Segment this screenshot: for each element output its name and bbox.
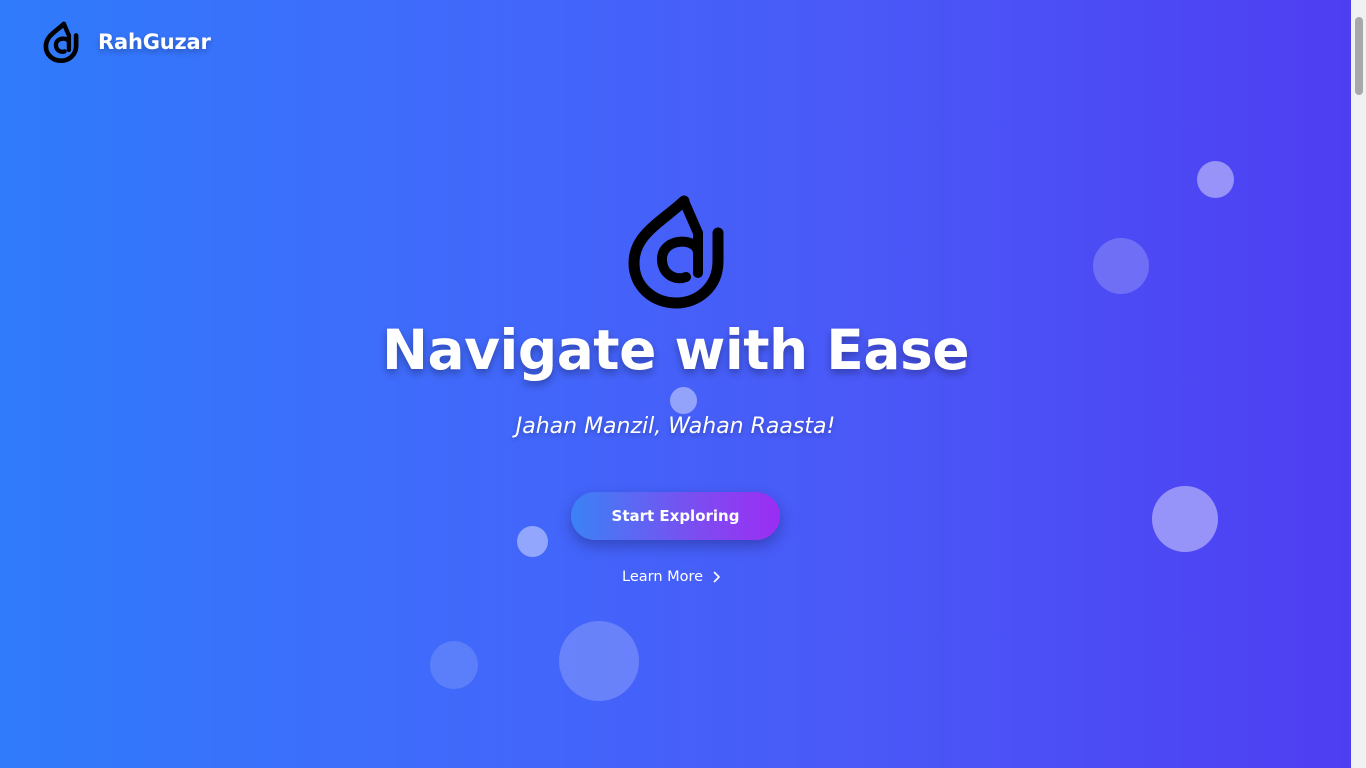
- learn-more-link[interactable]: Learn More: [622, 566, 721, 588]
- hero-tagline: Jahan Manzil, Wahan Raasta!: [515, 414, 836, 439]
- decorative-bubble: [517, 526, 548, 557]
- decorative-bubble: [670, 387, 697, 414]
- vertical-scrollbar[interactable]: [1351, 0, 1366, 768]
- decorative-bubble: [1093, 238, 1149, 294]
- rahguzar-logo-icon: [626, 193, 726, 309]
- decorative-bubble: [1197, 161, 1234, 198]
- hero-title: Navigate with Ease: [381, 318, 970, 382]
- decorative-bubble: [1152, 486, 1218, 552]
- scrollbar-thumb[interactable]: [1355, 17, 1363, 95]
- landing-page: RahGuzar Navigate with Ease Jahan Manzil…: [0, 0, 1351, 768]
- site-header: RahGuzar: [43, 20, 211, 64]
- brand-name[interactable]: RahGuzar: [98, 30, 211, 54]
- decorative-bubble: [559, 621, 639, 701]
- chevron-right-icon: [713, 571, 721, 583]
- learn-more-label: Learn More: [622, 569, 704, 585]
- brand-logo-icon[interactable]: [43, 20, 79, 64]
- decorative-bubble: [430, 641, 478, 689]
- start-exploring-button[interactable]: Start Exploring: [571, 492, 780, 540]
